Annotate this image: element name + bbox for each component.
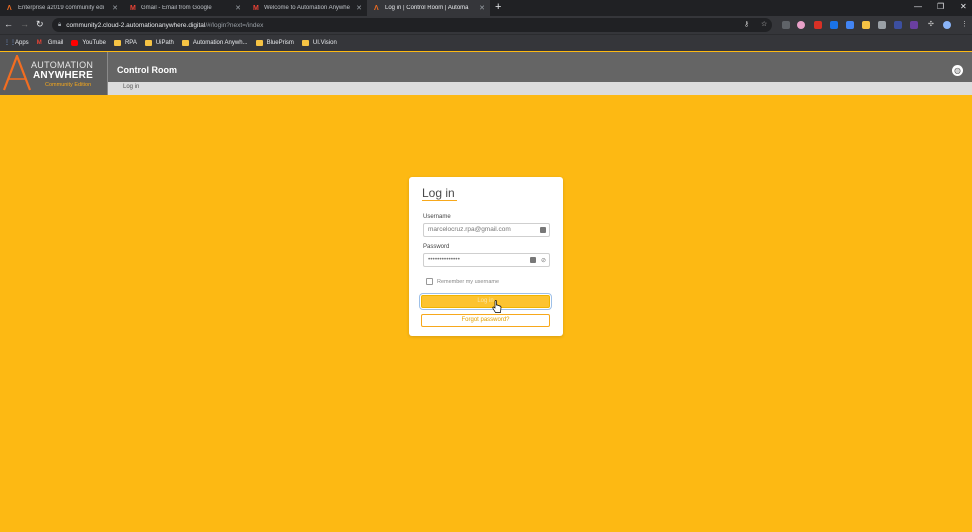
hand-cursor-icon xyxy=(492,300,502,313)
extension-icon[interactable] xyxy=(846,21,854,29)
gmail-icon: M xyxy=(130,4,136,12)
bookmark-uipath[interactable]: UiPath xyxy=(144,40,174,46)
bookmark-uivision[interactable]: UI.Vision xyxy=(301,40,337,46)
puzzle-icon[interactable]: ✣ xyxy=(928,20,934,28)
forward-icon[interactable]: → xyxy=(20,19,29,30)
forgot-password-button[interactable]: Forgot password? xyxy=(421,314,550,327)
browser-toolbar: ← → ↻ 🔒︎ community2.cloud-2.automationan… xyxy=(0,16,972,34)
bookmarks-bar: ⋮⋮ Apps M Gmail YouTube RPA UiPath Automat… xyxy=(0,34,972,51)
close-window-icon[interactable]: ✕ xyxy=(960,2,967,11)
breadcrumb: Log in xyxy=(123,84,140,90)
extension-icon[interactable] xyxy=(878,21,886,29)
apps-icon: ⋮⋮ xyxy=(4,40,16,46)
extension-icon[interactable] xyxy=(797,21,805,29)
login-heading: Log in xyxy=(422,186,455,200)
login-card: Log in Username marcelocruz.rpa@gmail.co… xyxy=(409,177,563,336)
key-icon[interactable]: ⚷ xyxy=(744,20,749,28)
remember-label: Remember my username xyxy=(437,279,500,285)
automation-anywhere-icon: Λ xyxy=(7,4,12,12)
sub-navigation-bar: Log in xyxy=(108,82,972,95)
reload-icon[interactable]: ↻ xyxy=(36,19,44,30)
extension-icon[interactable] xyxy=(814,21,822,29)
browser-tab[interactable]: M Gmail - Email from Google ✕ xyxy=(123,0,246,16)
folder-icon xyxy=(113,40,121,46)
extension-icon[interactable] xyxy=(894,21,902,29)
kebab-menu-icon[interactable]: ⋮ xyxy=(961,20,968,28)
bookmark-automation-anywhere[interactable]: Automation Anywh... xyxy=(181,40,248,46)
browser-tab[interactable]: Λ Enterprise a2019 community edi ✕ xyxy=(0,0,123,16)
gmail-icon: M xyxy=(36,40,42,46)
close-tab-icon[interactable]: ✕ xyxy=(355,4,363,12)
remember-checkbox[interactable] xyxy=(426,278,433,285)
gmail-icon: M xyxy=(253,4,259,12)
autofill-icon[interactable] xyxy=(540,227,546,233)
browser-tab-active[interactable]: Λ Log in | Control Room | Automa ✕ xyxy=(367,0,490,16)
globe-icon[interactable]: ◍ xyxy=(952,65,963,76)
bookmark-gmail[interactable]: M Gmail xyxy=(37,40,64,46)
autofill-icon[interactable] xyxy=(530,257,536,263)
restore-icon[interactable]: ❐ xyxy=(937,2,944,11)
back-icon[interactable]: ← xyxy=(4,19,13,30)
username-field[interactable]: marcelocruz.rpa@gmail.com xyxy=(423,223,550,237)
extension-icon[interactable] xyxy=(830,21,838,29)
bookmark-rpa[interactable]: RPA xyxy=(113,40,137,46)
close-tab-icon[interactable]: ✕ xyxy=(478,4,486,12)
browser-tab-strip: Λ Enterprise a2019 community edi ✕ M Gma… xyxy=(0,0,972,16)
folder-icon xyxy=(181,40,189,46)
bookmark-blueprism[interactable]: BluePrism xyxy=(255,40,294,46)
youtube-icon xyxy=(71,40,79,46)
extension-icon[interactable] xyxy=(910,21,918,29)
folder-icon xyxy=(255,40,263,46)
login-button[interactable]: Log in xyxy=(419,293,552,310)
logo: AUTOMATION ANYWHERE Community Edition xyxy=(0,52,108,95)
extension-icon[interactable] xyxy=(862,21,870,29)
new-tab-icon[interactable]: + xyxy=(495,2,501,13)
bookmark-youtube[interactable]: YouTube xyxy=(71,40,106,46)
avatar[interactable] xyxy=(943,21,951,29)
minimize-icon[interactable]: — xyxy=(914,2,922,11)
lock-icon: 🔒︎ xyxy=(58,21,62,28)
bookmark-apps[interactable]: ⋮⋮ Apps xyxy=(4,40,29,46)
password-label: Password xyxy=(423,244,450,250)
automation-anywhere-icon: Λ xyxy=(374,4,379,12)
browser-tab[interactable]: M Welcome to Automation Anywhe ✕ xyxy=(246,0,367,16)
app-title: Control Room xyxy=(117,65,177,75)
heading-underline xyxy=(422,200,457,201)
username-label: Username xyxy=(423,214,451,220)
eye-slash-icon[interactable]: ⊘ xyxy=(541,255,546,267)
extension-icon[interactable] xyxy=(782,21,790,29)
folder-icon xyxy=(144,40,152,46)
address-bar[interactable]: 🔒︎ community2.cloud-2.automationanywhere… xyxy=(52,18,772,32)
folder-icon xyxy=(301,40,309,46)
star-icon[interactable]: ☆ xyxy=(761,20,767,28)
close-tab-icon[interactable]: ✕ xyxy=(111,4,119,12)
automation-anywhere-logo-icon xyxy=(2,55,32,91)
password-field[interactable]: •••••••••••••• ⊘ xyxy=(423,253,550,267)
close-tab-icon[interactable]: ✕ xyxy=(234,4,242,12)
